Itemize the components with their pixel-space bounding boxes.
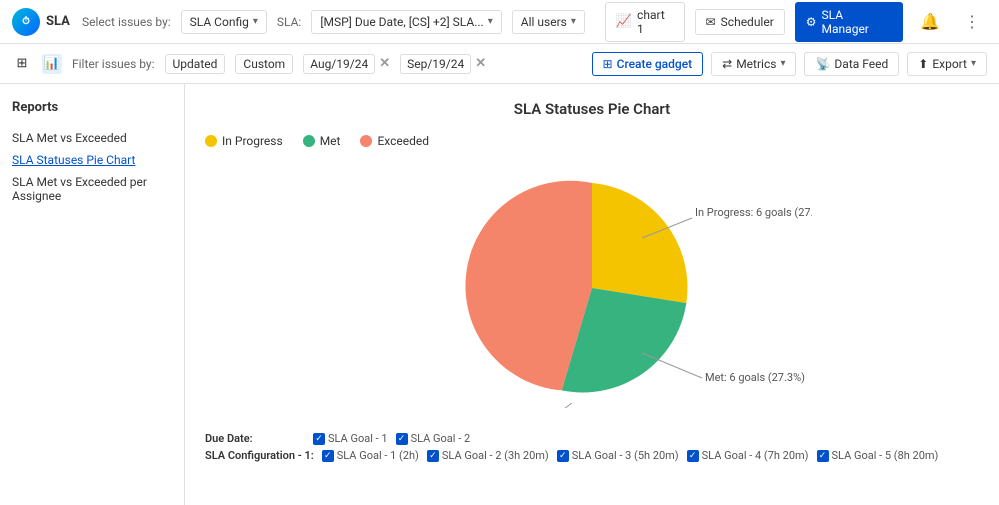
chart-icon: 📈 <box>616 14 632 29</box>
export-button[interactable]: ⬆ Export ▾ <box>907 52 987 76</box>
app-logo: ⏱ SLA <box>12 8 72 36</box>
gear-icon: ⚙ <box>806 15 817 29</box>
sidebar-item-sla-met-per-assignee[interactable]: SLA Met vs Exceeded per Assignee <box>12 171 172 207</box>
scheduler-button[interactable]: ✉ Scheduler <box>695 9 785 35</box>
due-date-goal-1: ✓ SLA Goal - 1 <box>313 432 388 445</box>
select-issues-label: Select issues by: <box>82 15 171 29</box>
footer-labels: Due Date: ✓ SLA Goal - 1 ✓ SLA Goal - 2 … <box>205 432 979 462</box>
email-icon: ✉ <box>706 15 716 29</box>
custom-filter-tag[interactable]: Custom <box>235 54 293 74</box>
date-to-value[interactable]: Sep/19/24 <box>400 54 471 74</box>
chevron-down-icon: ▾ <box>971 58 976 69</box>
sla-config-goal-2: ✓ SLA Goal - 2 (3h 20m) <box>427 449 549 462</box>
pie-slice-in-progress <box>592 183 687 303</box>
checkbox-config-goal-2[interactable]: ✓ <box>427 450 439 462</box>
right-toolbar: ⊞ Create gadget ⇄ Metrics ▾ 📡 Data Feed … <box>592 52 987 76</box>
checkbox-goal-2[interactable]: ✓ <box>396 433 408 445</box>
legend-dot-exceeded <box>360 135 372 147</box>
updated-filter-tag[interactable]: Updated <box>165 54 226 74</box>
pie-chart-area: In Progress: 6 goals (27.3%) Met: 6 goal… <box>205 168 979 412</box>
checkbox-config-goal-3[interactable]: ✓ <box>557 450 569 462</box>
date-from-value[interactable]: Aug/19/24 <box>303 54 375 74</box>
sla-manager-button[interactable]: ⚙ SLA Manager <box>795 2 903 42</box>
chart1-button[interactable]: 📈 chart 1 <box>605 2 685 42</box>
content-area: SLA Statuses Pie Chart In Progress Met E… <box>185 84 999 505</box>
filter-toolbar: ⊞ 📊 Filter issues by: Updated Custom Aug… <box>0 44 999 84</box>
feed-icon: 📡 <box>815 57 830 71</box>
sidebar-title: Reports <box>12 100 172 115</box>
grid-icon[interactable]: ⊞ <box>12 54 32 74</box>
due-date-label: Due Date: <box>205 432 305 445</box>
legend-met: Met <box>303 134 341 148</box>
chart-legend: In Progress Met Exceeded <box>205 134 979 148</box>
gadget-icon: ⊞ <box>603 57 613 71</box>
metrics-icon: ⇄ <box>722 57 732 71</box>
filter-issues-label: Filter issues by: <box>72 57 155 71</box>
chevron-down-icon: ▾ <box>253 16 258 27</box>
met-label: Met: 6 goals (27.3%) <box>705 371 805 384</box>
sla-label: SLA: <box>277 15 301 29</box>
checkbox-goal-1[interactable]: ✓ <box>313 433 325 445</box>
create-gadget-button[interactable]: ⊞ Create gadget <box>592 52 704 76</box>
due-date-row: Due Date: ✓ SLA Goal - 1 ✓ SLA Goal - 2 <box>205 432 979 445</box>
logo-icon: ⏱ <box>12 8 40 36</box>
sla-config-goal-3: ✓ SLA Goal - 3 (5h 20m) <box>557 449 679 462</box>
chevron-down-icon: ▾ <box>571 16 576 27</box>
chart-view-icon[interactable]: 📊 <box>42 54 62 74</box>
metrics-button[interactable]: ⇄ Metrics ▾ <box>711 52 796 76</box>
sidebar-item-sla-statuses-pie[interactable]: SLA Statuses Pie Chart <box>12 149 172 171</box>
sla-config-goal-5: ✓ SLA Goal - 5 (8h 20m) <box>817 449 939 462</box>
app-title: SLA <box>46 14 70 29</box>
sla-config-row: SLA Configuration - 1: ✓ SLA Goal - 1 (2… <box>205 449 979 462</box>
more-options-button[interactable]: ⋮ <box>957 7 987 37</box>
date-from-filter: Aug/19/24 ✕ <box>303 54 390 74</box>
sla-config-label: SLA Configuration - 1: <box>205 449 314 462</box>
in-progress-label: In Progress: 6 goals (27.3%) <box>695 206 812 219</box>
sla-config-dropdown[interactable]: SLA Config ▾ <box>181 10 267 34</box>
checkbox-config-goal-4[interactable]: ✓ <box>687 450 699 462</box>
top-nav: ⏱ SLA Select issues by: SLA Config ▾ SLA… <box>0 0 999 44</box>
sla-filter-dropdown[interactable]: [MSP] Due Date, [CS] +2] SLA... ▾ <box>311 10 501 34</box>
checkbox-config-goal-1[interactable]: ✓ <box>322 450 334 462</box>
export-icon: ⬆ <box>918 57 928 71</box>
legend-dot-in-progress <box>205 135 217 147</box>
date-to-filter: Sep/19/24 ✕ <box>400 54 486 74</box>
checkbox-config-goal-5[interactable]: ✓ <box>817 450 829 462</box>
sla-config-goal-1: ✓ SLA Goal - 1 (2h) <box>322 449 419 462</box>
remove-date-from-button[interactable]: ✕ <box>379 56 390 71</box>
all-users-dropdown[interactable]: All users ▾ <box>512 10 585 34</box>
legend-dot-met <box>303 135 315 147</box>
remove-date-to-button[interactable]: ✕ <box>475 56 486 71</box>
data-feed-button[interactable]: 📡 Data Feed <box>804 52 899 76</box>
chevron-down-icon: ▾ <box>780 58 785 69</box>
main-layout: Reports SLA Met vs Exceeded SLA Statuses… <box>0 84 999 505</box>
bookmark-button[interactable]: 🔔 <box>913 7 947 37</box>
legend-exceeded: Exceeded <box>360 134 429 148</box>
exceeded-label-line <box>545 403 572 408</box>
due-date-goal-2: ✓ SLA Goal - 2 <box>396 432 471 445</box>
chevron-down-icon: ▾ <box>488 16 493 27</box>
sidebar: Reports SLA Met vs Exceeded SLA Statuses… <box>0 84 185 505</box>
legend-in-progress: In Progress <box>205 134 283 148</box>
sidebar-item-sla-met-exceeded[interactable]: SLA Met vs Exceeded <box>12 127 172 149</box>
sla-config-goal-4: ✓ SLA Goal - 4 (7h 20m) <box>687 449 809 462</box>
chart-title: SLA Statuses Pie Chart <box>205 100 979 118</box>
pie-chart-svg: In Progress: 6 goals (27.3%) Met: 6 goal… <box>372 168 812 408</box>
